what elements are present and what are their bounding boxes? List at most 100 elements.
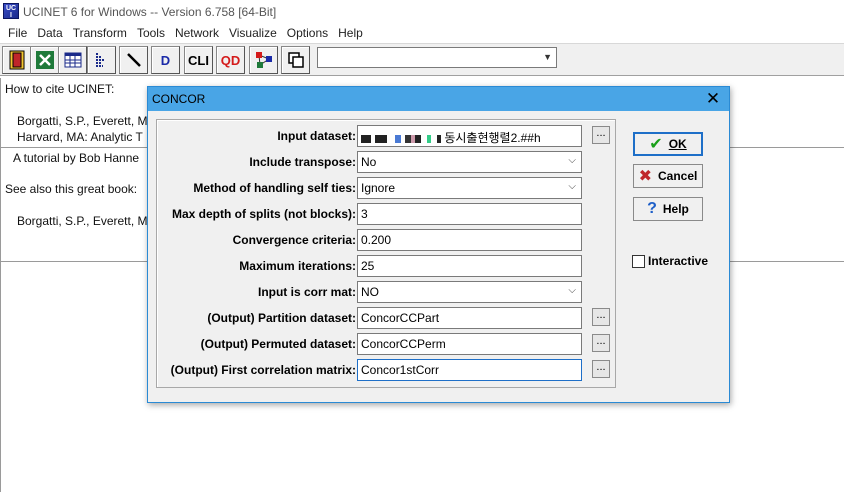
permuted-dataset-field[interactable]: ConcorCCPerm (357, 333, 582, 355)
d-display-button[interactable]: D (151, 46, 180, 74)
toolbar-combo-box[interactable]: ▼ (317, 47, 557, 68)
max-depth-field[interactable]: 3 (357, 203, 582, 225)
menu-network[interactable]: Network (170, 26, 224, 40)
self-ties-value: Ignore (361, 181, 396, 195)
dialog-title: CONCOR (152, 92, 206, 106)
cite-line-2: Harvard, MA: Analytic T (17, 130, 143, 144)
netdraw-button[interactable] (249, 46, 278, 74)
parameters-group: Input dataset: 동시출현행렬2.##h ... Include t… (156, 119, 616, 388)
spreadsheet-editor-icon (9, 50, 24, 70)
corr-mat-row: Input is corr mat: NO ⌵ (157, 281, 617, 303)
menu-options[interactable]: Options (282, 26, 333, 40)
qd-icon: QD (220, 52, 241, 68)
tutorial-text: A tutorial by Bob Hanne (13, 151, 140, 165)
convergence-row: Convergence criteria: 0.200 (157, 229, 617, 251)
ucinet-app-icon: UC I (3, 3, 19, 19)
self-ties-select[interactable]: Ignore ⌵ (357, 177, 582, 199)
include-transpose-select[interactable]: No ⌵ (357, 151, 582, 173)
text-editor-icon (95, 53, 105, 67)
app-title: UCINET 6 for Windows -- Version 6.758 [6… (23, 5, 277, 19)
corr-mat-select[interactable]: NO ⌵ (357, 281, 582, 303)
interactive-label: Interactive (648, 254, 709, 268)
menu-visualize[interactable]: Visualize (224, 26, 282, 40)
menu-help[interactable]: Help (333, 26, 368, 40)
max-depth-label: Max depth of splits (not blocks): (171, 207, 356, 221)
ok-label: OK (668, 137, 687, 151)
excel-icon (35, 51, 54, 69)
menu-bar: File Data Transform Tools Network Visual… (0, 23, 844, 43)
include-transpose-value: No (361, 155, 377, 169)
qd-button[interactable]: QD (216, 46, 245, 74)
app-title-bar: UC I UCINET 6 for Windows -- Version 6.75… (0, 0, 844, 23)
convergence-field[interactable]: 0.200 (357, 229, 582, 251)
cancel-x-icon: ✖ (638, 168, 653, 185)
input-dataset-field[interactable]: 동시출현행렬2.##h (357, 125, 582, 147)
checkbox-box[interactable] (632, 254, 645, 268)
cli-icon: CLI (188, 52, 209, 68)
max-depth-value: 3 (361, 207, 368, 221)
first-corr-matrix-label: (Output) First correlation matrix: (170, 363, 356, 377)
permuted-dataset-value: ConcorCCPerm (361, 337, 446, 351)
cancel-button[interactable]: ✖ Cancel (633, 164, 703, 188)
self-ties-label: Method of handling self ties: (193, 181, 356, 195)
copy-windows-button[interactable] (281, 46, 310, 74)
chevron-down-icon: ⌵ (568, 155, 576, 166)
redacted-path (361, 131, 444, 145)
help-question-icon: ? (647, 200, 657, 217)
text-editor-button[interactable] (87, 46, 116, 74)
interactive-checkbox[interactable]: Interactive (632, 254, 708, 268)
ok-button[interactable]: ✔ OK (633, 132, 703, 156)
chevron-down-icon: ⌵ (568, 181, 576, 192)
check-icon: ✔ (649, 136, 663, 153)
help-button[interactable]: ? Help (633, 197, 703, 221)
concor-dialog: CONCOR ✕ Input dataset: 동시출현행렬2.##h ... … (147, 86, 730, 403)
permuted-dataset-browse-button[interactable]: ... (592, 334, 610, 352)
close-icon[interactable]: ✕ (703, 89, 723, 109)
self-ties-row: Method of handling self ties: Ignore ⌵ (157, 177, 617, 199)
max-iterations-value: 25 (361, 259, 375, 273)
chevron-down-icon: ⌵ (568, 285, 576, 296)
help-label: Help (662, 202, 689, 216)
matrix-editor-button[interactable] (58, 46, 87, 74)
cli-button[interactable]: CLI (184, 46, 213, 74)
netdraw-icon (255, 52, 272, 68)
draw-line-icon (126, 53, 141, 67)
cancel-label: Cancel (658, 169, 698, 183)
toolbar: D CLI QD ▼ (0, 43, 844, 76)
max-iterations-row: Maximum iterations: 25 (157, 255, 617, 277)
input-dataset-value: 동시출현행렬2.##h (444, 131, 541, 145)
partition-dataset-field[interactable]: ConcorCCPart (357, 307, 582, 329)
first-corr-matrix-value: Concor1stCorr (361, 363, 440, 377)
max-iterations-field[interactable]: 25 (357, 255, 582, 277)
draw-line-button[interactable] (119, 46, 148, 74)
spreadsheet-editor-button[interactable] (2, 46, 31, 74)
menu-file[interactable]: File (3, 26, 32, 40)
input-dataset-label: Input dataset: (277, 129, 356, 143)
partition-dataset-label: (Output) Partition dataset: (207, 311, 356, 325)
cite-heading: How to cite UCINET: (5, 82, 115, 96)
menu-data[interactable]: Data (32, 26, 67, 40)
include-transpose-row: Include transpose: No ⌵ (157, 151, 617, 173)
partition-dataset-browse-button[interactable]: ... (592, 308, 610, 326)
permuted-dataset-label: (Output) Permuted dataset: (200, 337, 356, 351)
max-depth-row: Max depth of splits (not blocks): 3 (157, 203, 617, 225)
permuted-dataset-row: (Output) Permuted dataset: ConcorCCPerm … (157, 333, 617, 355)
first-corr-matrix-row: (Output) First correlation matrix: Conco… (157, 359, 617, 381)
first-corr-matrix-field[interactable]: Concor1stCorr (357, 359, 582, 381)
excel-button[interactable] (30, 46, 59, 74)
copy-windows-icon (287, 52, 304, 68)
cite-line-1: Borgatti, S.P., Everett, M (17, 114, 148, 128)
include-transpose-label: Include transpose: (249, 155, 356, 169)
convergence-value: 0.200 (361, 233, 392, 247)
dialog-title-bar: CONCOR ✕ (148, 87, 729, 111)
book-reference: Borgatti, S.P., Everett, M (17, 214, 148, 228)
first-corr-matrix-browse-button[interactable]: ... (592, 360, 610, 378)
corr-mat-label: Input is corr mat: (257, 285, 356, 299)
menu-transform[interactable]: Transform (68, 26, 132, 40)
convergence-label: Convergence criteria: (232, 233, 356, 247)
partition-dataset-value: ConcorCCPart (361, 311, 440, 325)
d-display-icon: D (160, 52, 171, 68)
partition-dataset-row: (Output) Partition dataset: ConcorCCPart… (157, 307, 617, 329)
input-dataset-browse-button[interactable]: ... (592, 126, 610, 144)
menu-tools[interactable]: Tools (132, 26, 170, 40)
